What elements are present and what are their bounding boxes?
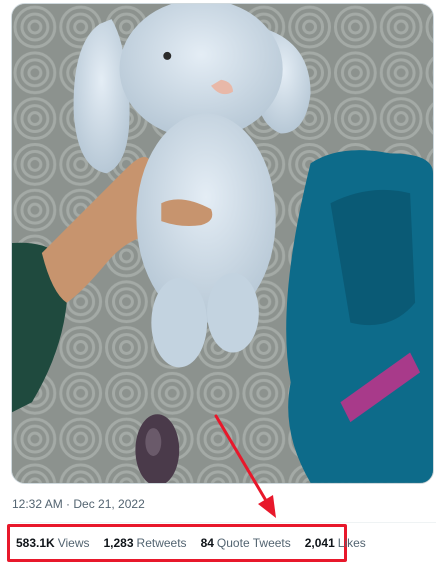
likes-label: Likes [337, 536, 366, 550]
tweet-timestamp[interactable]: 12:32 AM · Dec 21, 2022 [12, 497, 145, 511]
views-stat[interactable]: 583.1K Views [16, 536, 90, 550]
quote-tweets-stat[interactable]: 84 Quote Tweets [201, 536, 291, 550]
tweet-photo[interactable] [11, 3, 434, 484]
views-label: Views [57, 536, 90, 550]
plush-bunny-photo [12, 4, 433, 483]
arrow-head [258, 495, 276, 518]
retweets-stat[interactable]: 1,283 Retweets [104, 536, 187, 550]
tweet-stats-bar: 583.1K Views 1,283 Retweets 84 Quote Twe… [7, 524, 366, 562]
quote-tweets-count: 84 [200, 536, 214, 550]
retweets-label: Retweets [136, 536, 187, 550]
divider [11, 522, 436, 523]
retweets-count: 1,283 [103, 536, 134, 550]
likes-stat[interactable]: 2,041 Likes [305, 536, 366, 550]
quote-tweets-label: Quote Tweets [216, 536, 291, 550]
likes-count: 2,041 [304, 536, 335, 550]
views-count: 583.1K [16, 536, 55, 550]
